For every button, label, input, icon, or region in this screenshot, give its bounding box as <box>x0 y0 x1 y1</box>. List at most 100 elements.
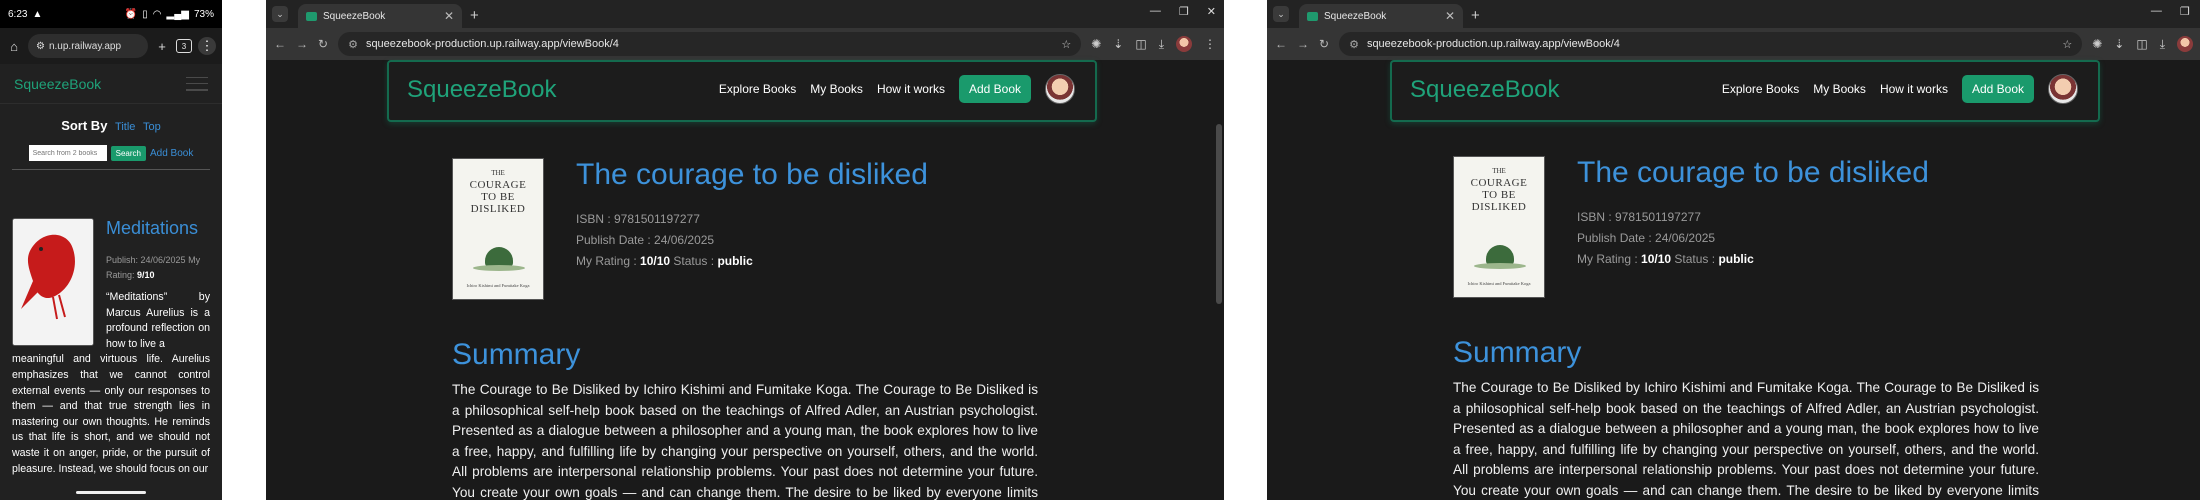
search-button[interactable]: Search <box>110 145 146 161</box>
profile-avatar[interactable] <box>1176 36 1192 52</box>
site-info-icon[interactable]: ⚙ <box>1349 38 1359 51</box>
profile-avatar[interactable] <box>2177 36 2193 52</box>
extension-icon[interactable]: ⇣ <box>1113 37 1123 51</box>
cover-line-3: DISLIKED <box>470 203 526 215</box>
cover-the: THE <box>1492 167 1506 175</box>
new-tab-icon[interactable]: + <box>154 39 170 54</box>
restore-icon[interactable]: ❐ <box>1179 5 1189 18</box>
extension-icon[interactable]: ⇣ <box>2114 37 2124 51</box>
sort-title-link[interactable]: Title <box>115 121 135 133</box>
add-book-button[interactable]: Add Book <box>958 75 1031 103</box>
tab-switcher-button[interactable]: 3 <box>176 39 192 53</box>
site-info-icon[interactable]: ⚙ <box>348 38 358 51</box>
bookmark-star-icon[interactable]: ☆ <box>1061 38 1071 51</box>
nav-explore-books[interactable]: Explore Books <box>719 82 796 96</box>
hamburger-icon[interactable] <box>186 76 208 91</box>
phone-address-field[interactable]: ⚙ n.up.railway.app <box>28 34 148 58</box>
new-tab-icon[interactable]: + <box>1471 7 1480 24</box>
reload-icon[interactable]: ↻ <box>1319 37 1329 51</box>
tab-search-icon[interactable]: ⌄ <box>1273 6 1289 22</box>
tab-title: SqueezeBook <box>323 10 386 22</box>
bookmark-star-icon[interactable]: ☆ <box>2062 38 2072 51</box>
extension-gear-icon[interactable]: ✺ <box>1091 37 1101 51</box>
tab-strip: ⌄ SqueezeBook ✕ + — ❐ ✕ <box>266 0 1224 28</box>
clock: 6:23 <box>8 8 28 20</box>
reload-icon[interactable]: ↻ <box>318 37 328 51</box>
site-brand[interactable]: SqueezeBook <box>407 76 556 104</box>
user-avatar[interactable] <box>2048 74 2078 104</box>
search-row: Search Add Book <box>0 145 222 161</box>
browser-menu-icon[interactable]: ⋮ <box>1204 37 1216 51</box>
nav-my-books[interactable]: My Books <box>1813 82 1866 96</box>
restore-icon[interactable]: ❐ <box>2180 5 2190 18</box>
browser-tab[interactable]: SqueezeBook ✕ <box>298 4 462 28</box>
download-icon[interactable]: ⤓ <box>1159 37 1164 52</box>
battery-level: 73% <box>193 8 214 20</box>
forward-icon[interactable]: → <box>296 37 308 51</box>
nav-my-books[interactable]: My Books <box>810 82 863 96</box>
home-icon[interactable]: ⌂ <box>6 39 22 54</box>
minimize-icon[interactable]: — <box>2151 5 2162 18</box>
scrollbar[interactable] <box>1216 124 1222 304</box>
status-label: Status : <box>1674 252 1716 266</box>
extensions-puzzle-icon[interactable]: ◫ <box>2136 37 2147 51</box>
book-cover: THE COURAGE TO BE DISLIKED Ichiro Kishim… <box>1453 156 1545 298</box>
add-book-button[interactable]: Add Book <box>1961 75 2034 103</box>
address-bar[interactable]: ⚙ squeezebook-production.up.railway.app/… <box>338 32 1082 56</box>
tree-illustration <box>1486 245 1514 265</box>
tab-search-icon[interactable]: ⌄ <box>272 6 288 22</box>
divider <box>12 169 210 170</box>
url-text: squeezebook-production.up.railway.app/vi… <box>1366 38 1620 50</box>
phone-site-brand[interactable]: SqueezeBook <box>14 76 101 92</box>
site-info-icon[interactable]: ⚙ <box>36 41 45 52</box>
book-description-meditations: “Meditations” by Marcus Aurelius is a pr… <box>12 290 210 477</box>
isbn: ISBN : 9781501197277 <box>576 212 700 226</box>
page-content: SqueezeBook Explore Books My Books How i… <box>1267 60 2200 500</box>
site-navbar: SqueezeBook Explore Books My Books How i… <box>1390 60 2100 122</box>
tab-strip: ⌄ SqueezeBook ✕ + — ❐ ✕ <box>1267 0 2200 28</box>
close-tab-icon[interactable]: ✕ <box>444 9 454 23</box>
cover-line-2: TO BE <box>481 191 515 203</box>
rating-value: 10/10 <box>640 254 671 268</box>
address-bar[interactable]: ⚙ squeezebook-production.up.railway.app/… <box>1339 32 2083 56</box>
minimize-icon[interactable]: — <box>1150 5 1161 18</box>
browser-window-2: ⌄ SqueezeBook ✕ + — ❐ ✕ ← → ↻ ⚙ squeezeb… <box>1267 0 2200 500</box>
user-avatar[interactable] <box>1045 74 1075 104</box>
add-book-link[interactable]: Add Book <box>150 148 193 159</box>
close-window-icon[interactable]: ✕ <box>1207 5 1216 18</box>
status-label: Status : <box>673 254 715 268</box>
sort-bar: Sort By Title Top <box>0 118 222 133</box>
nav-explore-books[interactable]: Explore Books <box>1722 82 1799 96</box>
site-brand[interactable]: SqueezeBook <box>1410 76 1559 104</box>
summary-heading: Summary <box>1453 336 1582 369</box>
extensions-puzzle-icon[interactable]: ◫ <box>1135 37 1146 51</box>
extension-gear-icon[interactable]: ✺ <box>2092 37 2102 51</box>
toolbar-icons: ✺ ⇣ ◫ ⤓ ⋮ <box>1091 36 1216 52</box>
site-navbar: SqueezeBook Explore Books My Books How i… <box>387 60 1097 122</box>
close-tab-icon[interactable]: ✕ <box>1445 9 1455 23</box>
tab-title: SqueezeBook <box>1324 10 1387 22</box>
favicon-icon <box>306 11 317 21</box>
cover-line-1: COURAGE <box>1470 177 1528 189</box>
search-input[interactable] <box>28 145 107 161</box>
nav-links: Explore Books My Books How it works Add … <box>719 74 1075 104</box>
book-title: The courage to be disliked <box>1577 156 1929 189</box>
nav-how-it-works[interactable]: How it works <box>1880 82 1948 96</box>
back-icon[interactable]: ← <box>274 37 286 51</box>
back-icon[interactable]: ← <box>1275 37 1287 51</box>
cover-title: COURAGE TO BE DISLIKED <box>453 179 543 215</box>
cover-line-1: COURAGE <box>469 179 527 191</box>
toolbar-icons: ✺ ⇣ ◫ ⤓ ⋮ <box>2092 36 2200 52</box>
forward-icon[interactable]: → <box>1297 37 1309 51</box>
browser-tab[interactable]: SqueezeBook ✕ <box>1299 4 1463 28</box>
book-title-meditations[interactable]: Meditations <box>106 218 198 239</box>
gap <box>222 0 266 500</box>
sort-label: Sort By <box>61 118 108 133</box>
nav-how-it-works[interactable]: How it works <box>877 82 945 96</box>
new-tab-icon[interactable]: + <box>470 7 479 24</box>
publish-date: Publish: 24/06/2025 <box>106 255 186 265</box>
more-menu-icon[interactable]: ⋮ <box>198 37 216 55</box>
sort-top-link[interactable]: Top <box>143 121 161 133</box>
gesture-bar[interactable] <box>76 491 146 494</box>
download-icon[interactable]: ⤓ <box>2160 37 2165 52</box>
